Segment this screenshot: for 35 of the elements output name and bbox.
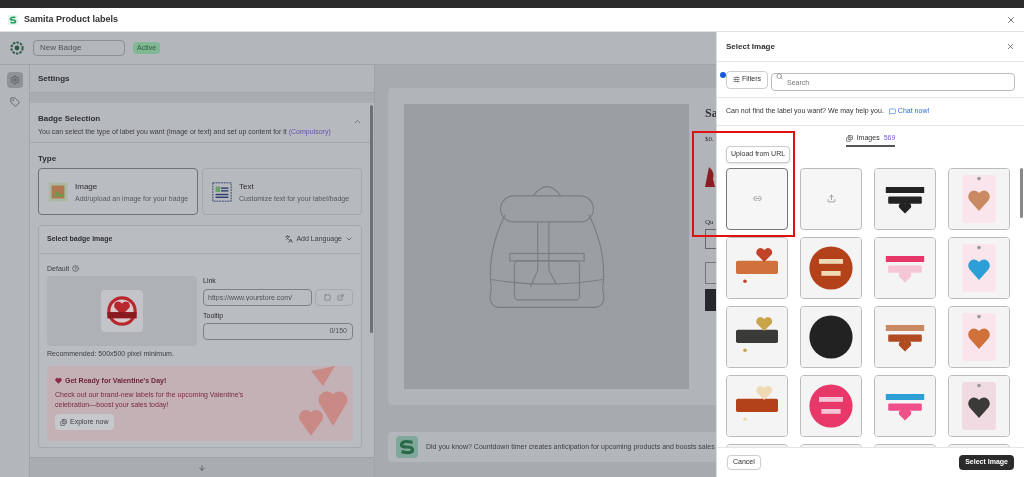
scroll-down-icon[interactable] [198, 463, 206, 472]
close-icon[interactable] [1006, 14, 1016, 25]
sliders-icon [733, 76, 740, 83]
badge-name-field[interactable]: New Badge [33, 40, 125, 56]
scrollbar-thumb[interactable] [370, 105, 373, 333]
text-format-icon [211, 180, 233, 203]
panel-title: Settings [38, 72, 70, 85]
option-title: Text [239, 180, 255, 193]
translate-icon [285, 235, 294, 244]
search-icon [776, 72, 784, 80]
app-logo-icon [8, 14, 18, 25]
collapse-icon[interactable] [353, 117, 362, 126]
checkbox-icon[interactable] [324, 293, 331, 301]
upload-url-tile[interactable] [726, 167, 788, 230]
option-title: Image [75, 180, 99, 193]
window-title: Samita Product labels [24, 12, 119, 26]
gallery-icon [60, 418, 67, 426]
gallery-icon [845, 134, 853, 142]
external-link-icon[interactable] [337, 293, 344, 301]
scrollbar-thumb[interactable] [1019, 167, 1023, 218]
image-icon [47, 180, 69, 203]
chat-icon [888, 108, 896, 115]
section-title: Badge Selection [38, 113, 102, 125]
settings-icon[interactable] [6, 72, 23, 88]
drawer-title: Select Image [726, 40, 776, 53]
link-icon [752, 194, 762, 203]
filter-count-badge [720, 72, 726, 78]
wreath-logo-icon [9, 40, 25, 56]
close-icon[interactable] [1006, 42, 1015, 51]
type-label: Type [38, 153, 58, 165]
help-icon [72, 265, 80, 273]
heart-icon [55, 377, 62, 385]
app-logo-icon [396, 436, 418, 458]
upload-icon [826, 194, 836, 203]
upload-tile[interactable] [800, 167, 862, 230]
